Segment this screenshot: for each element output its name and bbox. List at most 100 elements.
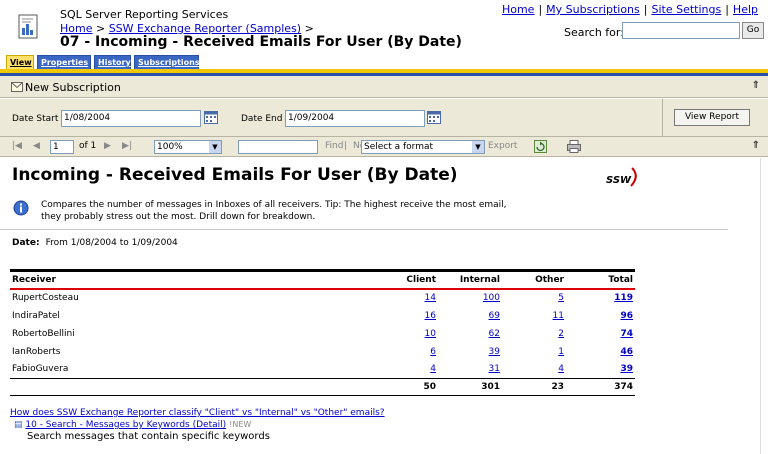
new-subscription-link[interactable]: New Subscription — [25, 81, 121, 94]
page-title: 07 - Incoming - Received Emails For User… — [60, 34, 462, 50]
column-header-internal: Internal — [438, 269, 502, 290]
calendar-icon[interactable] — [204, 110, 218, 124]
total-count-link[interactable]: 96 — [620, 311, 633, 321]
table-row: IndiraPatel 16 69 11 96 — [10, 307, 635, 325]
total-client: 50 — [300, 378, 438, 396]
internal-count-link[interactable]: 62 — [489, 329, 500, 339]
client-count-link[interactable]: 16 — [425, 311, 436, 321]
subscription-bar: New Subscription ⇑ — [0, 76, 768, 98]
total-count-link[interactable]: 46 — [620, 347, 633, 357]
internal-count-link[interactable]: 100 — [483, 293, 500, 303]
collapse-params-icon[interactable]: ⇑ — [752, 80, 760, 91]
other-count-link[interactable]: 2 — [558, 329, 564, 339]
other-count-link[interactable]: 1 — [558, 347, 564, 357]
tab-strip: View Properties History Subscriptions — [0, 54, 768, 69]
client-count-link[interactable]: 4 — [430, 364, 436, 374]
my-subscriptions-link[interactable]: My Subscriptions — [546, 3, 640, 16]
receiver-name: FabioGuvera — [12, 364, 69, 375]
total-count-link[interactable]: 119 — [614, 293, 633, 303]
report-title: Incoming - Received Emails For User (By … — [12, 165, 458, 185]
home-link[interactable]: Home — [502, 3, 534, 16]
column-header-receiver: Receiver — [10, 269, 300, 290]
receiver-name: RupertCosteau — [12, 293, 79, 303]
find-link[interactable]: Find — [325, 141, 343, 151]
next-report-description: Search messages that contain specific ke… — [27, 431, 270, 442]
help-link[interactable]: Help — [733, 3, 758, 16]
internal-count-link[interactable]: 39 — [489, 347, 500, 357]
date-start-input[interactable]: 1/08/2004 — [61, 110, 201, 127]
find-separator: | — [344, 141, 348, 151]
parameters-panel: Date Start 1/08/2004 Date End 1/09/2004 … — [0, 99, 768, 137]
column-header-other: Other — [502, 269, 566, 290]
export-link[interactable]: Export — [488, 141, 517, 151]
table-row: RupertCosteau 14 100 5 119 — [10, 289, 635, 307]
total-other: 23 — [502, 378, 566, 396]
internal-count-link[interactable]: 69 — [489, 311, 500, 321]
params-divider — [662, 99, 663, 137]
date-end-input[interactable]: 1/09/2004 — [285, 110, 425, 127]
tab-subscriptions[interactable]: Subscriptions — [134, 55, 200, 69]
description-divider — [0, 229, 728, 230]
column-header-total: Total — [566, 269, 635, 290]
export-format-select[interactable]: Select a format ▼ — [361, 140, 485, 154]
tab-history[interactable]: History — [94, 55, 131, 69]
search-label: Search for: — [564, 26, 624, 39]
search-input[interactable] — [622, 22, 740, 39]
info-icon — [13, 200, 29, 216]
envelope-icon — [11, 82, 23, 92]
table-header-row: Receiver Client Internal Other Total — [10, 269, 635, 290]
column-header-client: Client — [300, 269, 438, 290]
receiver-name: IndiraPatel — [12, 310, 60, 321]
classification-faq-link[interactable]: How does SSW Exchange Reporter classify … — [10, 408, 385, 418]
client-count-link[interactable]: 14 — [425, 293, 436, 303]
find-input[interactable] — [238, 140, 318, 154]
total-count-link[interactable]: 39 — [620, 364, 633, 374]
totals-row: 50 301 23 374 — [10, 378, 635, 396]
chevron-down-icon: ▼ — [209, 141, 221, 153]
next-report-item: ▤ 10 - Search - Messages by Keywords (De… — [14, 420, 251, 430]
next-page-icon[interactable]: ▶ — [104, 141, 111, 151]
tab-properties[interactable]: Properties — [37, 55, 91, 69]
receiver-name: RobertoBellini — [12, 328, 75, 339]
zoom-select[interactable]: 100% ▼ — [154, 140, 222, 154]
date-range: Date: From 1/08/2004 to 1/09/2004 — [12, 238, 178, 248]
client-count-link[interactable]: 6 — [430, 347, 436, 357]
last-page-icon[interactable]: ▶| — [122, 141, 132, 151]
chevron-down-icon: ▼ — [472, 141, 484, 153]
previous-page-icon[interactable]: ◀ — [33, 141, 40, 151]
table-row: FabioGuvera 4 31 4 39 — [10, 361, 635, 379]
refresh-icon[interactable] — [534, 140, 547, 153]
total-internal: 301 — [438, 378, 502, 396]
client-count-link[interactable]: 10 — [425, 329, 436, 339]
date-value: From 1/08/2004 to 1/09/2004 — [45, 238, 178, 248]
table-row: RobertoBellini 10 62 2 74 — [10, 325, 635, 343]
other-count-link[interactable]: 11 — [553, 311, 564, 321]
total-total: 374 — [566, 378, 635, 396]
next-report-link[interactable]: 10 - Search - Messages by Keywords (Deta… — [25, 420, 226, 430]
date-start-label: Date Start — [12, 114, 59, 124]
report-document-icon — [18, 14, 38, 39]
other-count-link[interactable]: 5 — [558, 293, 564, 303]
header: SQL Server Reporting Services Home > SSW… — [0, 0, 768, 54]
report-frame-edge — [760, 158, 768, 454]
first-page-icon[interactable]: |◀ — [12, 141, 22, 151]
service-title: SQL Server Reporting Services — [60, 8, 229, 21]
view-report-button[interactable]: View Report — [674, 109, 750, 126]
total-count-link[interactable]: 74 — [620, 329, 633, 339]
report-description: Compares the number of messages in Inbox… — [41, 200, 507, 222]
collapse-toolbar-icon[interactable]: ⇑ — [752, 140, 760, 151]
receiver-name: IanRoberts — [12, 346, 61, 357]
date-end-label: Date End — [241, 114, 283, 124]
internal-count-link[interactable]: 31 — [489, 364, 500, 374]
print-icon[interactable] — [567, 140, 581, 153]
page-number-input[interactable]: 1 — [50, 140, 74, 154]
other-count-link[interactable]: 4 — [558, 364, 564, 374]
svg-text:SSW: SSW — [606, 175, 632, 186]
report-list-icon: ▤ — [14, 420, 23, 430]
tab-view[interactable]: View — [6, 55, 34, 69]
site-settings-link[interactable]: Site Settings — [651, 3, 721, 16]
calendar-icon[interactable] — [427, 110, 441, 124]
report-body: Incoming - Received Emails For User (By … — [0, 158, 760, 454]
date-label: Date: — [12, 238, 40, 248]
go-button[interactable]: Go — [742, 22, 764, 39]
